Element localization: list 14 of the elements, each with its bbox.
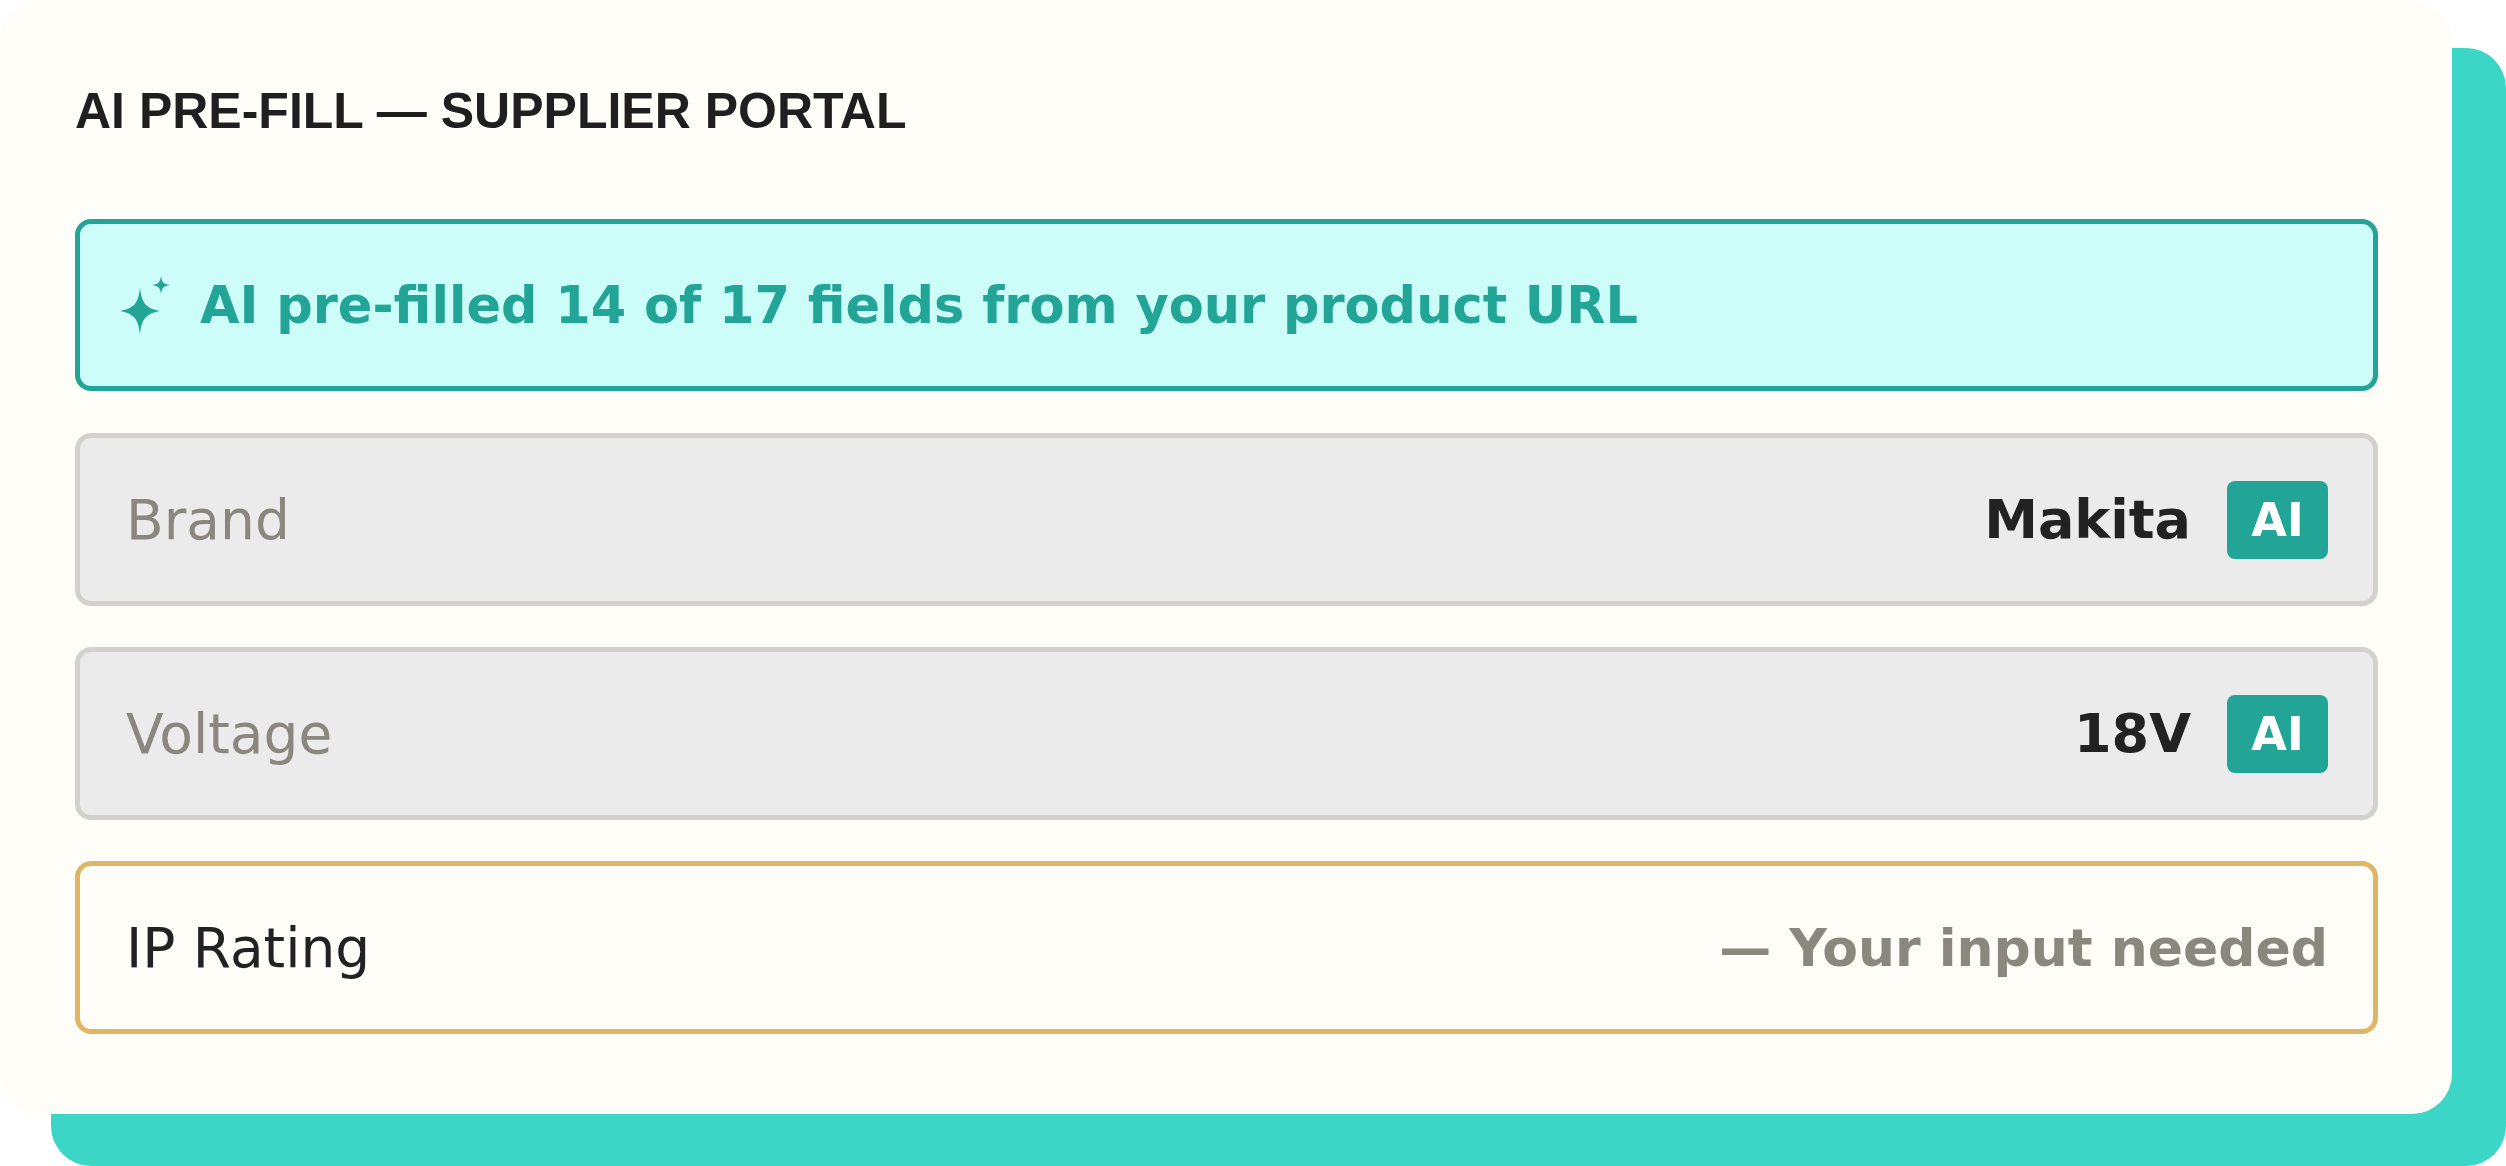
card-title: AI PRE-FILL — SUPPLIER PORTAL: [75, 82, 907, 141]
field-label: Voltage: [126, 701, 333, 766]
field-value: 18V: [2074, 702, 2191, 765]
input-field[interactable]: Voltage 18V AI: [75, 647, 2378, 820]
input-field[interactable]: IP Rating — Your input needed: [75, 861, 2378, 1034]
input-field[interactable]: Brand Makita AI: [75, 433, 2378, 606]
field-value: Makita: [1984, 488, 2191, 551]
ai-badge: AI: [2227, 694, 2328, 773]
placeholder-text: — Your input needed: [1719, 917, 2328, 978]
field-label: Brand: [126, 487, 290, 552]
sparkle-icon: [120, 276, 170, 334]
banner-text: AI pre-filled 14 of 17 fields from your product URL: [200, 275, 1638, 335]
field-label: IP Rating: [126, 915, 371, 980]
ai-badge: AI: [2227, 480, 2328, 559]
